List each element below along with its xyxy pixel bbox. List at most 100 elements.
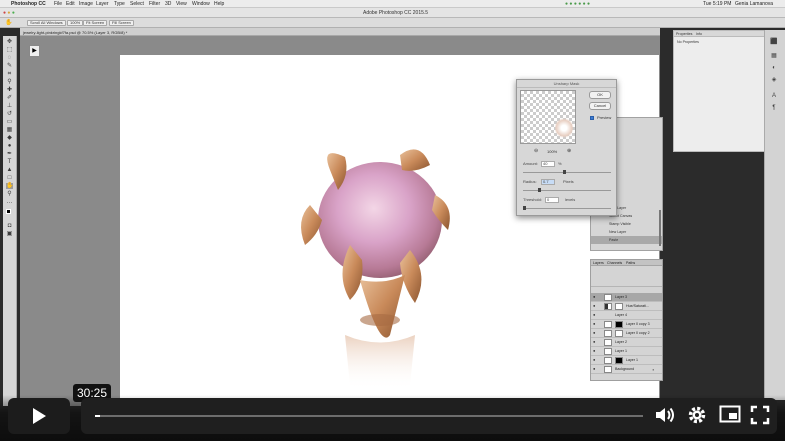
eyedropper-tool-icon[interactable]: ⚲ [6, 79, 13, 85]
traffic-lights[interactable]: ● ● ● [3, 10, 15, 16]
color-panel-icon[interactable]: ⬛ [769, 38, 779, 46]
history-item[interactable]: Paste [591, 236, 662, 244]
visibility-eye-icon[interactable]: ● [593, 358, 598, 362]
play-button[interactable] [8, 398, 70, 434]
cancel-button[interactable]: Cancel [589, 102, 611, 110]
brush-tool-icon[interactable]: ✐ [6, 95, 13, 101]
document-tab[interactable]: jewelry-light-pinkringkf7fa.psd @ 70.5% … [23, 30, 127, 35]
zoom-tool-icon[interactable]: ⚲ [6, 191, 13, 197]
menu-layer[interactable]: Layer [96, 1, 109, 7]
zoom-out-icon[interactable]: ⊖ [534, 148, 538, 154]
more-tools-icon[interactable]: … [6, 199, 13, 205]
amount-slider-handle[interactable] [563, 170, 566, 174]
type-tool-icon[interactable]: T [6, 159, 13, 165]
zoom-in-icon[interactable]: ⊕ [567, 148, 571, 154]
visibility-eye-icon[interactable]: ● [593, 367, 598, 371]
menu-help[interactable]: Help [214, 1, 224, 7]
lasso-tool-icon[interactable]: ◌ [6, 55, 13, 61]
quick-select-tool-icon[interactable]: ✎ [6, 63, 13, 69]
document-tabbar: jewelry-light-pinkringkf7fa.psd @ 70.5% … [20, 28, 660, 36]
menu-window[interactable]: Window [192, 1, 210, 7]
progress-track[interactable] [95, 415, 643, 417]
filter-preview-window[interactable] [520, 90, 576, 144]
hand-tool-icon-selected[interactable]: ✋ [6, 183, 13, 189]
dodge-tool-icon[interactable]: ● [6, 143, 13, 149]
layer-row[interactable]: ● Hue/Saturati... [591, 302, 662, 311]
threshold-field[interactable]: 0 [545, 197, 559, 203]
volume-button[interactable] [653, 405, 677, 427]
menu-filter[interactable]: Filter [149, 1, 160, 7]
menu-type[interactable]: Type [114, 1, 125, 7]
visibility-eye-icon[interactable]: ● [593, 313, 598, 317]
amount-field[interactable]: 40 [541, 161, 555, 167]
color-swatches-icon[interactable] [6, 209, 13, 219]
visibility-eye-icon[interactable]: ● [593, 304, 598, 308]
visibility-eye-icon[interactable]: ● [593, 322, 598, 326]
fit-screen-button[interactable]: Fit Screen [83, 20, 108, 26]
tab-paths[interactable]: Paths [626, 261, 635, 265]
character-panel-icon[interactable]: A [769, 92, 779, 100]
threshold-slider[interactable] [523, 206, 611, 210]
visibility-eye-icon[interactable]: ● [593, 295, 598, 299]
threshold-slider-handle[interactable] [523, 206, 526, 210]
layer-row[interactable]: ● Layer 1 [591, 347, 662, 356]
visibility-eye-icon[interactable]: ● [593, 340, 598, 344]
history-scrollbar[interactable] [659, 210, 661, 246]
history-mini-icon[interactable]: ▶ [29, 45, 40, 57]
tab-info[interactable]: Info [696, 32, 702, 36]
shape-tool-icon[interactable]: □ [6, 175, 13, 181]
history-item[interactable]: Stamp Visible [591, 220, 662, 228]
visibility-eye-icon[interactable]: ● [593, 349, 598, 353]
path-select-tool-icon[interactable]: ▲ [6, 167, 13, 173]
eraser-tool-icon[interactable]: ▭ [6, 119, 13, 125]
menu-file[interactable]: File [54, 1, 62, 7]
adjustments-panel-icon[interactable]: ◐ [769, 64, 779, 72]
scroll-all-windows-checkbox[interactable]: Scroll All Windows [27, 20, 66, 26]
tab-properties[interactable]: Properties [676, 32, 692, 36]
marquee-tool-icon[interactable]: ⬚ [6, 47, 13, 53]
blur-tool-icon[interactable]: ◆ [6, 135, 13, 141]
layers-filter-row[interactable] [591, 267, 662, 287]
ok-button[interactable]: OK [589, 91, 611, 99]
menu-3d[interactable]: 3D [165, 1, 171, 7]
radius-slider[interactable] [523, 188, 611, 192]
layer-row[interactable]: ● Layer 1 [591, 356, 662, 365]
amount-slider[interactable] [523, 170, 611, 174]
fill-screen-button[interactable]: Fill Screen [109, 20, 134, 26]
layer-row[interactable]: ● Layer 2 [591, 338, 662, 347]
stamp-tool-icon[interactable]: ⊥ [6, 103, 13, 109]
history-brush-tool-icon[interactable]: ↺ [6, 111, 13, 117]
layer-row[interactable]: ● Layer 0 copy 3 [591, 320, 662, 329]
layer-row[interactable]: ● Background ▪ [591, 365, 662, 374]
radius-field[interactable]: 0.7 [541, 179, 555, 185]
layer-row[interactable]: ● Layer 0 copy 2 [591, 329, 662, 338]
layer-row[interactable]: ● Layer 3 [591, 293, 662, 302]
menu-view[interactable]: View [176, 1, 187, 7]
styles-panel-icon[interactable]: ◈ [769, 76, 779, 84]
quick-mask-icon[interactable]: ◘ [6, 223, 13, 229]
app-menu-name[interactable]: Photoshop CC [11, 1, 46, 7]
screen-mode-icon[interactable]: ▣ [6, 231, 13, 237]
pip-button[interactable] [718, 405, 742, 427]
radius-slider-handle[interactable] [538, 188, 541, 192]
menubar-user[interactable]: Genia Lamanova [735, 1, 773, 7]
healing-tool-icon[interactable]: ✚ [6, 87, 13, 93]
tab-channels[interactable]: Channels [607, 261, 622, 265]
gradient-tool-icon[interactable]: ▦ [6, 127, 13, 133]
paragraph-panel-icon[interactable]: ¶ [769, 104, 779, 112]
zoom-100-button[interactable]: 100% [67, 20, 84, 26]
menu-image[interactable]: Image [79, 1, 93, 7]
menu-edit[interactable]: Edit [66, 1, 75, 7]
crop-tool-icon[interactable]: ⌗ [6, 71, 13, 77]
visibility-eye-icon[interactable]: ● [593, 331, 598, 335]
fullscreen-button[interactable] [749, 405, 771, 427]
menu-select[interactable]: Select [130, 1, 144, 7]
pen-tool-icon[interactable]: ✒ [6, 151, 13, 157]
move-tool-icon[interactable]: ✥ [6, 39, 13, 45]
layer-row[interactable]: ● Layer 4 [591, 311, 662, 320]
swatches-panel-icon[interactable]: ▦ [769, 52, 779, 60]
tab-layers[interactable]: Layers [593, 261, 604, 265]
settings-button[interactable] [686, 405, 708, 427]
preview-checkbox[interactable] [590, 116, 594, 120]
history-item[interactable]: New Layer [591, 228, 662, 236]
